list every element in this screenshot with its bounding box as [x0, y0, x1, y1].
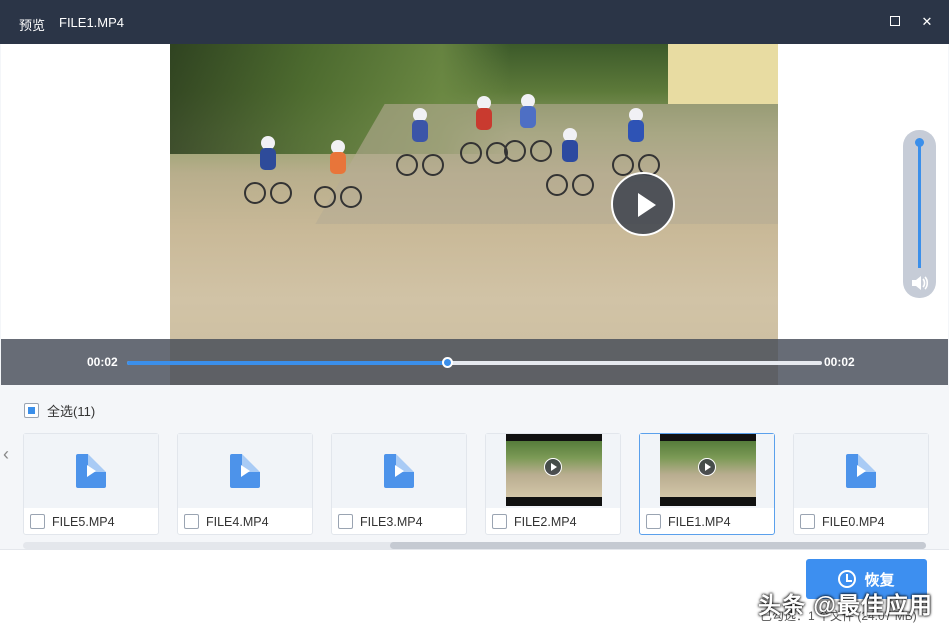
file-card[interactable]: FILE2.MP4: [485, 433, 621, 535]
file-name-label: FILE4.MP4: [206, 514, 269, 529]
file-name: FILE0.MP4: [800, 514, 885, 529]
select-all[interactable]: 全选(11): [24, 401, 95, 420]
file-checkbox[interactable]: [800, 514, 815, 529]
close-button[interactable]: ✕: [917, 12, 937, 32]
volume-knob[interactable]: [915, 138, 924, 147]
chevron-left-icon: ‹: [3, 444, 9, 464]
video-file-icon: [384, 454, 414, 488]
video-scene-rider: [314, 140, 362, 208]
file-name-label: FILE3.MP4: [360, 514, 423, 529]
video-scene-rider: [244, 136, 292, 204]
video-scene-rider: [460, 96, 508, 164]
file-thumbnail: [332, 434, 466, 508]
file-name-label: FILE0.MP4: [822, 514, 885, 529]
video-thumbnail: [506, 434, 602, 506]
file-checkbox[interactable]: [184, 514, 199, 529]
file-name-label: FILE1.MP4: [668, 514, 731, 529]
file-card[interactable]: FILE1.MP4: [639, 433, 775, 535]
video-scene-rider: [546, 128, 594, 196]
progress-handle[interactable]: [441, 357, 453, 368]
select-all-checkbox[interactable]: [24, 403, 39, 418]
file-checkbox[interactable]: [338, 514, 353, 529]
file-checkbox[interactable]: [30, 514, 45, 529]
video-scene-rider: [612, 108, 660, 176]
volume-slider[interactable]: [903, 130, 936, 298]
file-name: FILE4.MP4: [184, 514, 269, 529]
speaker-icon[interactable]: [911, 275, 929, 291]
video-file-icon: [230, 454, 260, 488]
file-name: FILE2.MP4: [492, 514, 577, 529]
time-elapsed: 00:02: [87, 355, 118, 369]
file-card[interactable]: FILE3.MP4: [331, 433, 467, 535]
video-thumbnail: [660, 434, 756, 506]
file-thumbnail: [640, 434, 774, 508]
file-checkbox[interactable]: [646, 514, 661, 529]
window-title: 预览: [19, 18, 46, 33]
file-list: FILE5.MP4 FILE4.MP4 FILE3.MP4 FILE2.MP4 FILE…: [23, 433, 949, 535]
file-thumbnail: [24, 434, 158, 508]
file-name-label: FILE5.MP4: [52, 514, 115, 529]
video-frame[interactable]: [170, 44, 778, 385]
file-card[interactable]: FILE4.MP4: [177, 433, 313, 535]
file-card[interactable]: FILE0.MP4: [793, 433, 929, 535]
video-scene-rider: [396, 108, 444, 176]
file-name-label: FILE2.MP4: [514, 514, 577, 529]
playback-controls: 00:02 00:02: [1, 339, 948, 385]
video-scene-rider: [504, 94, 552, 162]
file-checkbox[interactable]: [492, 514, 507, 529]
file-thumbnail: [178, 434, 312, 508]
footer: 恢复 已勾选：1 个文件 (24.07 MB) 头条 @最佳应用: [0, 549, 949, 629]
video-scene-sky: [668, 44, 778, 104]
video-file-icon: [846, 454, 876, 488]
file-name: FILE5.MP4: [30, 514, 115, 529]
time-total: 00:02: [824, 355, 855, 369]
file-card[interactable]: FILE5.MP4: [23, 433, 159, 535]
progress-fill: [127, 361, 447, 365]
file-thumbnail: [794, 434, 928, 508]
play-icon: [544, 458, 562, 476]
close-icon: ✕: [921, 14, 933, 29]
progress-bar[interactable]: [127, 357, 822, 368]
title-bar: 预览 FILE1.MP4 ✕: [0, 0, 949, 44]
file-name-title: FILE1.MP4: [59, 15, 125, 30]
maximize-icon: [890, 16, 900, 26]
scroll-left-button[interactable]: ‹: [3, 444, 17, 464]
file-name: FILE1.MP4: [646, 514, 731, 529]
file-thumbnail: [486, 434, 620, 508]
play-button[interactable]: [611, 172, 675, 236]
volume-track: [918, 142, 921, 268]
video-file-icon: [76, 454, 106, 488]
select-all-label: 全选(11): [47, 404, 96, 419]
video-player: [1, 44, 948, 385]
play-icon: [698, 458, 716, 476]
maximize-button[interactable]: [885, 12, 905, 32]
watermark: 头条 @最佳应用: [758, 592, 933, 618]
file-name: FILE3.MP4: [338, 514, 423, 529]
horizontal-scrollbar[interactable]: [23, 542, 926, 549]
video-scene-track: [315, 104, 778, 224]
scrollbar-thumb[interactable]: [390, 542, 926, 549]
